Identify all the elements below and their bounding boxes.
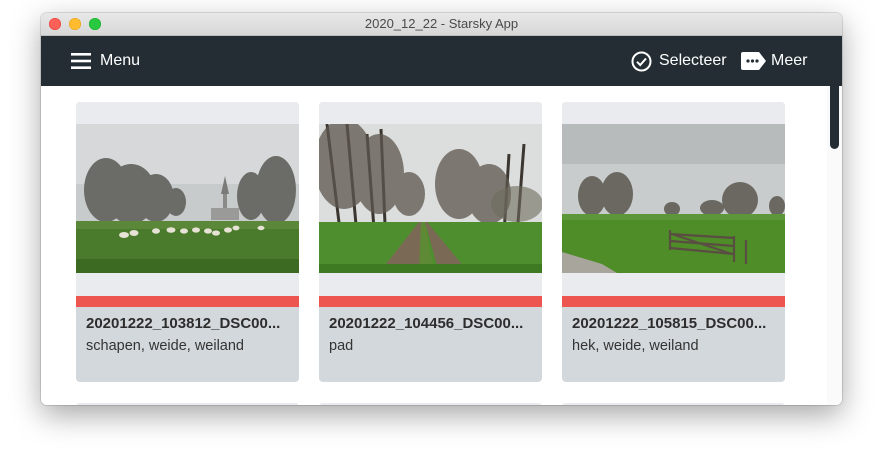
photo-card[interactable]: 20201222_105815_DSC00... hek, weide, wei… xyxy=(562,102,785,382)
photo-filename: 20201222_103812_DSC00... xyxy=(86,315,281,332)
card-top-strip xyxy=(76,102,299,124)
more-button[interactable]: Meer xyxy=(741,36,807,86)
color-label-red xyxy=(319,296,542,307)
photo-tags: schapen, weide, weiland xyxy=(86,338,244,354)
card-gap xyxy=(76,273,299,296)
photo-card[interactable]: 20201222_104456_DSC00... pad xyxy=(319,102,542,382)
more-label: Meer xyxy=(771,52,808,69)
window-title: 2020_12_22 - Starsky App xyxy=(364,16,519,31)
card-top-strip xyxy=(562,403,785,405)
photo-filename: 20201222_104456_DSC00... xyxy=(329,315,524,332)
card-top-strip xyxy=(319,403,542,405)
card-top-strip xyxy=(76,403,299,405)
photo-tags: pad xyxy=(329,338,354,354)
photo-card-partial[interactable] xyxy=(562,403,785,405)
app-toolbar: Menu Selecteer Meer xyxy=(41,36,842,86)
photo-thumbnail-sheep-meadow[interactable] xyxy=(76,124,299,273)
photo-card-partial[interactable] xyxy=(319,403,542,405)
more-tag-icon xyxy=(741,52,766,70)
checkmark-circle-icon xyxy=(631,51,652,71)
photo-card[interactable]: 20201222_103812_DSC00... schapen, weide,… xyxy=(76,102,299,382)
card-gap xyxy=(562,273,785,296)
photo-thumbnail-forest-path[interactable] xyxy=(319,124,542,273)
photo-filename: 20201222_105815_DSC00... xyxy=(572,315,767,332)
photo-grid: 20201222_103812_DSC00... schapen, weide,… xyxy=(41,86,842,405)
select-button[interactable]: Selecteer xyxy=(631,36,727,86)
title-bar[interactable]: 2020_12_22 - Starsky App xyxy=(41,13,842,36)
photo-tags: hek, weide, weiland xyxy=(572,338,699,354)
app-window: 2020_12_22 - Starsky App Menu Selecteer xyxy=(41,13,842,405)
photo-thumbnail-fence-meadow[interactable] xyxy=(562,124,785,273)
select-label: Selecteer xyxy=(659,52,727,69)
photo-card-partial[interactable] xyxy=(76,403,299,405)
menu-label: Menu xyxy=(100,52,141,69)
color-label-red xyxy=(562,296,785,307)
scrollbar-thumb[interactable] xyxy=(830,73,839,149)
hamburger-icon xyxy=(71,53,91,69)
menu-button[interactable]: Menu xyxy=(71,36,140,86)
card-top-strip xyxy=(319,102,542,124)
color-label-red xyxy=(76,296,299,307)
card-gap xyxy=(319,273,542,296)
vertical-scrollbar[interactable] xyxy=(827,73,842,405)
card-top-strip xyxy=(562,102,785,124)
